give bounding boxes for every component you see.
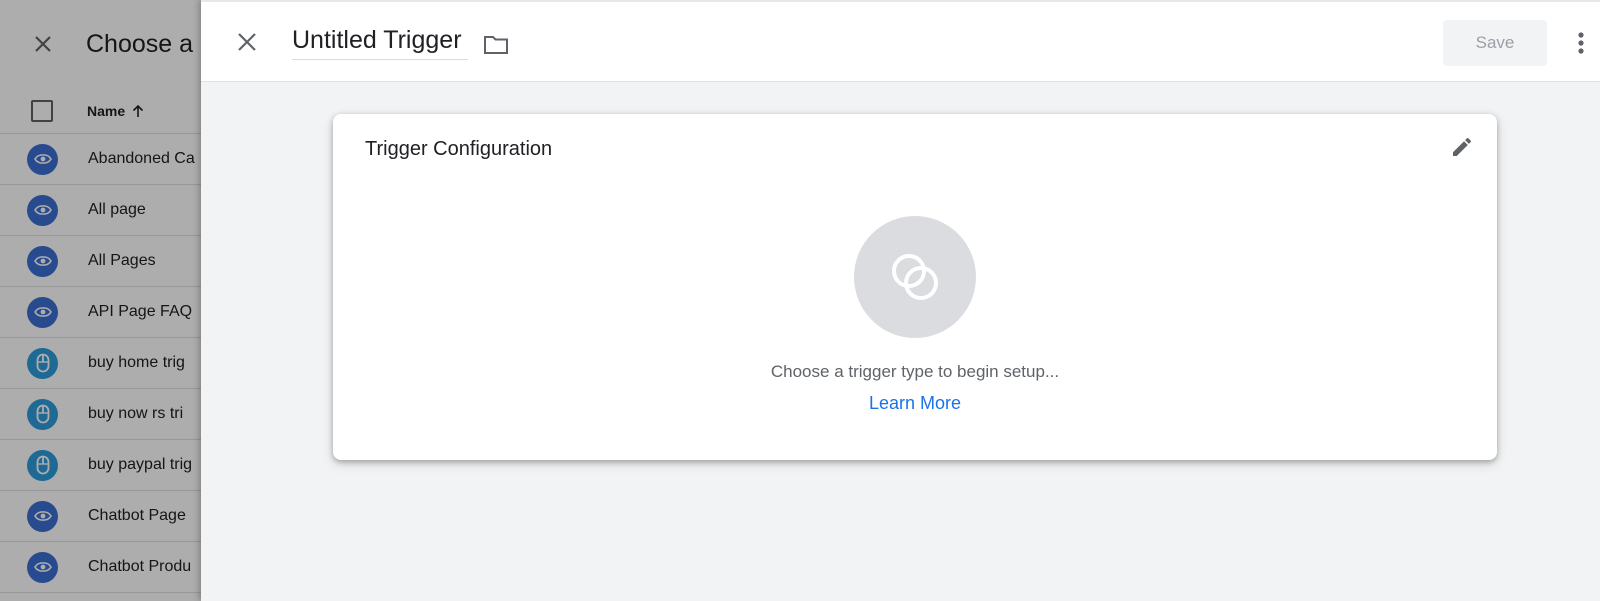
- folder-icon: [484, 36, 508, 54]
- scrim-overlay[interactable]: [0, 0, 210, 601]
- close-icon: [238, 33, 256, 51]
- editor-top-bar: Save: [201, 0, 1600, 82]
- more-vert-icon: [1578, 32, 1584, 54]
- card-title: Trigger Configuration: [365, 138, 553, 160]
- setup-hint-text: Choose a trigger type to begin setup...: [770, 362, 1060, 381]
- choose-trigger-type-placeholder[interactable]: [854, 216, 976, 338]
- close-editor-button[interactable]: [227, 22, 267, 62]
- folder-button[interactable]: [481, 29, 511, 59]
- trigger-type-icon: [892, 254, 938, 300]
- trigger-editor-panel: Save Trigger Configuration Choose a trig…: [201, 0, 1600, 601]
- edit-configuration-button[interactable]: [1445, 130, 1479, 164]
- trigger-name-input[interactable]: [292, 26, 468, 60]
- save-button[interactable]: Save: [1443, 20, 1547, 66]
- pencil-icon: [1453, 137, 1472, 156]
- learn-more-link[interactable]: Learn More: [333, 393, 1497, 414]
- trigger-configuration-card[interactable]: Trigger Configuration Choose a trigger t…: [333, 114, 1497, 460]
- more-options-button[interactable]: [1569, 26, 1593, 60]
